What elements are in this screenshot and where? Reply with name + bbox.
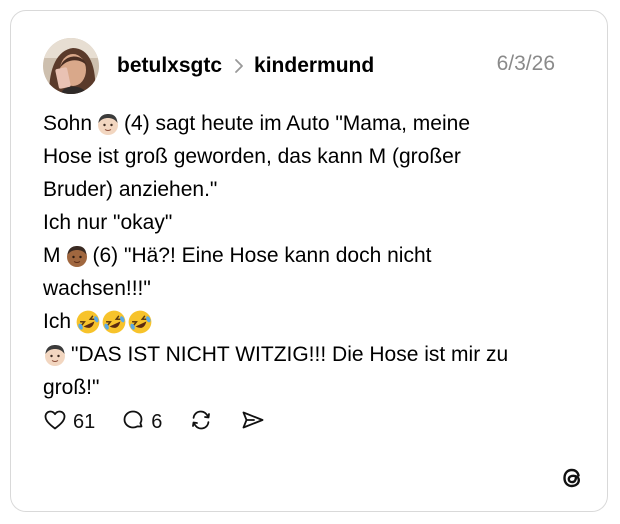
reply-button[interactable]: 6 (121, 408, 162, 437)
boy-light-skin-emoji (43, 343, 67, 367)
post-text-segment: Hose ist groß geworden, das kann M (groß… (43, 145, 461, 168)
post-text-segment: wachsen!!!" (43, 277, 151, 300)
rolling-on-floor-laughing-emoji (127, 309, 153, 335)
community-name[interactable]: kindermund (254, 54, 374, 78)
like-count: 61 (73, 410, 96, 433)
post-text-segment: Bruder) anziehen." (43, 178, 218, 201)
chevron-right-icon (234, 58, 244, 74)
post-text-segment: Ich (43, 310, 72, 333)
post-text: Sohn (4) sagt heute im Auto "Mama, meine… (43, 107, 583, 404)
boy-light-skin-emoji (96, 112, 120, 136)
post-line: Hose ist groß geworden, das kann M (groß… (43, 140, 583, 173)
post-text-segment: M (43, 244, 61, 267)
post-text-segment: Sohn (43, 112, 93, 135)
post-line: "DAS IST NICHT WITZIG!!! Die Hose ist mi… (43, 338, 583, 371)
post-actions: 61 6 (43, 407, 292, 437)
post-text-segment: groß!" (43, 376, 100, 399)
post-header: betulxsgtc kindermund (117, 52, 374, 80)
share-button[interactable] (240, 408, 266, 437)
post-line: Ich nur "okay" (43, 206, 583, 239)
post-line: wachsen!!!" (43, 272, 583, 305)
post-card: betulxsgtc kindermund 6/3/26 Sohn (4) sa… (10, 10, 608, 512)
author-username[interactable]: betulxsgtc (117, 54, 222, 78)
rolling-on-floor-laughing-emoji (75, 309, 101, 335)
like-button[interactable]: 61 (43, 408, 95, 437)
heart-icon (43, 408, 67, 437)
threads-logo-icon[interactable] (559, 465, 585, 496)
rolling-on-floor-laughing-emoji (101, 309, 127, 335)
repost-button[interactable] (188, 408, 214, 437)
reply-count: 6 (151, 410, 163, 433)
post-line: M (6) "Hä?! Eine Hose kann doch nicht (43, 239, 583, 272)
post-date: 6/3/26 (496, 52, 555, 75)
post-text-segment: (4) sagt heute im Auto "Mama, meine (124, 112, 470, 135)
post-text-segment: "DAS IST NICHT WITZIG!!! Die Hose ist mi… (71, 343, 509, 366)
post-line: Ich (43, 305, 583, 338)
avatar[interactable] (43, 38, 99, 94)
post-line: groß!" (43, 371, 583, 404)
repost-icon (188, 408, 214, 437)
boy-medium-dark-skin-emoji (65, 244, 89, 268)
post-text-segment: (6) "Hä?! Eine Hose kann doch nicht (92, 244, 432, 267)
comment-icon (121, 408, 145, 437)
post-line: Bruder) anziehen." (43, 173, 583, 206)
post-line: Sohn (4) sagt heute im Auto "Mama, meine (43, 107, 583, 140)
post-text-segment: Ich nur "okay" (43, 211, 173, 234)
share-icon (240, 408, 266, 437)
